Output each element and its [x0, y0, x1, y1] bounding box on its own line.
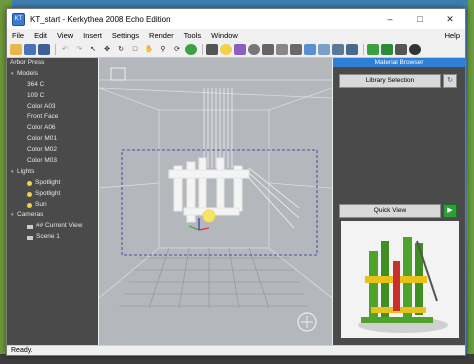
- zoom-icon[interactable]: ⚲: [157, 44, 169, 55]
- material-browser-title: Material Browser: [333, 58, 465, 67]
- bulb-icon: [27, 180, 32, 186]
- menu-file[interactable]: File: [7, 31, 29, 40]
- plane-icon[interactable]: [276, 43, 288, 55]
- export-icon[interactable]: [409, 43, 421, 55]
- toolbar-separator: [55, 43, 56, 55]
- scale-icon[interactable]: □: [129, 44, 141, 55]
- menu-help[interactable]: Help: [440, 31, 465, 40]
- tree-item-model[interactable]: Color A03: [7, 102, 98, 113]
- select-icon[interactable]: ↖: [87, 44, 99, 55]
- sun-icon: [27, 202, 32, 208]
- tree-item-model[interactable]: Color M02: [7, 145, 98, 156]
- cylinder-icon[interactable]: [290, 43, 302, 55]
- close-button[interactable]: ✕: [437, 9, 463, 29]
- light-icon[interactable]: [220, 43, 232, 55]
- camera-icon: [27, 224, 33, 229]
- menu-tools[interactable]: Tools: [179, 31, 207, 40]
- quick-view-render-icon[interactable]: ▶: [443, 204, 457, 218]
- maximize-button[interactable]: □: [407, 9, 433, 29]
- tree-item-label: Spotlight: [35, 189, 61, 197]
- tree-item-model[interactable]: Color A06: [7, 123, 98, 134]
- tree-group-lights[interactable]: ▾ Lights: [7, 167, 98, 178]
- rotate-icon[interactable]: ↻: [115, 44, 127, 55]
- hand-icon[interactable]: ✋: [143, 44, 155, 55]
- main-area: Arbor Press ▾ Models 364 C 109 C Color A0…: [7, 58, 465, 345]
- tree-item-model[interactable]: Color M03: [7, 156, 98, 167]
- redo-icon[interactable]: ↷: [73, 44, 85, 55]
- scene-tree-panel: Arbor Press ▾ Models 364 C 109 C Color A0…: [7, 58, 98, 345]
- open-folder-icon[interactable]: [10, 43, 22, 55]
- quick-view-button[interactable]: Quick View: [339, 204, 441, 218]
- tree-item-light[interactable]: Spotlight: [7, 178, 98, 189]
- app-icon: KT: [12, 12, 25, 26]
- tree-root[interactable]: Arbor Press: [7, 58, 98, 69]
- orbit-icon[interactable]: ⟳: [171, 44, 183, 55]
- axes-icon[interactable]: [332, 43, 344, 55]
- viewport-scene: [99, 58, 332, 345]
- camera-icon[interactable]: [206, 43, 218, 55]
- toolbar-separator: [363, 43, 364, 55]
- solid-icon[interactable]: [381, 43, 393, 55]
- quick-view-preview: [341, 221, 459, 338]
- desktop-right-strip: [468, 0, 474, 364]
- move-icon[interactable]: ✥: [101, 44, 113, 55]
- tree-group-cameras[interactable]: ▾ Cameras: [7, 210, 98, 221]
- toolbar: ↶ ↷ ↖ ✥ ↻ □ ✋ ⚲ ⟳: [7, 41, 465, 58]
- box-icon[interactable]: [367, 43, 379, 55]
- render-icon[interactable]: [185, 43, 197, 55]
- tree-item-model[interactable]: 364 C: [7, 80, 98, 91]
- tree-item-light[interactable]: Sun: [7, 200, 98, 211]
- title-bar: KT KT_start - Kerkythea 2008 Echo Editio…: [7, 9, 465, 29]
- tree-item-label: Spotlight: [35, 178, 61, 186]
- settings-icon[interactable]: [304, 43, 316, 55]
- material-icon[interactable]: [234, 43, 246, 55]
- tree-group-label: Models: [17, 69, 38, 77]
- menu-view[interactable]: View: [52, 31, 78, 40]
- menu-render[interactable]: Render: [144, 31, 179, 40]
- refresh-icon[interactable]: ↻: [443, 74, 457, 88]
- tree-item-label: Scene 1: [36, 233, 60, 241]
- scene-tree: Arbor Press ▾ Models 364 C 109 C Color A0…: [7, 58, 98, 243]
- tree-item-label: ## Current View: [36, 222, 83, 230]
- menu-settings[interactable]: Settings: [107, 31, 144, 40]
- tree-item-camera[interactable]: ## Current View: [7, 221, 98, 232]
- tree-item-model[interactable]: Front Face: [7, 112, 98, 123]
- tree-item-light[interactable]: Spotlight: [7, 189, 98, 200]
- toolbar-separator: [202, 43, 203, 55]
- window-title: KT_start - Kerkythea 2008 Echo Edition: [30, 14, 171, 24]
- wire-icon[interactable]: [346, 43, 358, 55]
- grid-icon[interactable]: [318, 43, 330, 55]
- app-window: KT KT_start - Kerkythea 2008 Echo Editio…: [6, 8, 466, 356]
- save-icon[interactable]: [24, 43, 36, 55]
- camera-icon: [27, 235, 33, 240]
- minimize-button[interactable]: –: [377, 9, 403, 29]
- save-as-icon[interactable]: [38, 43, 50, 55]
- tree-item-model[interactable]: Color M01: [7, 134, 98, 145]
- bulb-icon: [27, 191, 32, 197]
- 3d-viewport[interactable]: [99, 58, 332, 345]
- material-browser-panel: Material Browser Library Selection ↻ Qui…: [333, 58, 465, 345]
- undo-icon[interactable]: ↶: [59, 44, 71, 55]
- menu-edit[interactable]: Edit: [29, 31, 52, 40]
- cube-icon[interactable]: [262, 43, 274, 55]
- status-bar: Ready.: [7, 345, 465, 355]
- render-preview-image: [341, 221, 459, 338]
- tree-group-label: Cameras: [17, 211, 44, 219]
- menu-bar: File Edit View Insert Settings Render To…: [7, 29, 465, 41]
- sphere-icon[interactable]: [248, 43, 260, 55]
- library-selection-button[interactable]: Library Selection: [339, 74, 441, 88]
- tree-group-models[interactable]: ▾ Models: [7, 69, 98, 80]
- tree-item-model[interactable]: 109 C: [7, 91, 98, 102]
- tree-item-label: Sun: [35, 200, 47, 208]
- tree-item-camera[interactable]: Scene 1: [7, 232, 98, 243]
- image-icon[interactable]: [395, 43, 407, 55]
- menu-insert[interactable]: Insert: [78, 31, 107, 40]
- tree-group-label: Lights: [17, 167, 35, 175]
- menu-window[interactable]: Window: [206, 31, 243, 40]
